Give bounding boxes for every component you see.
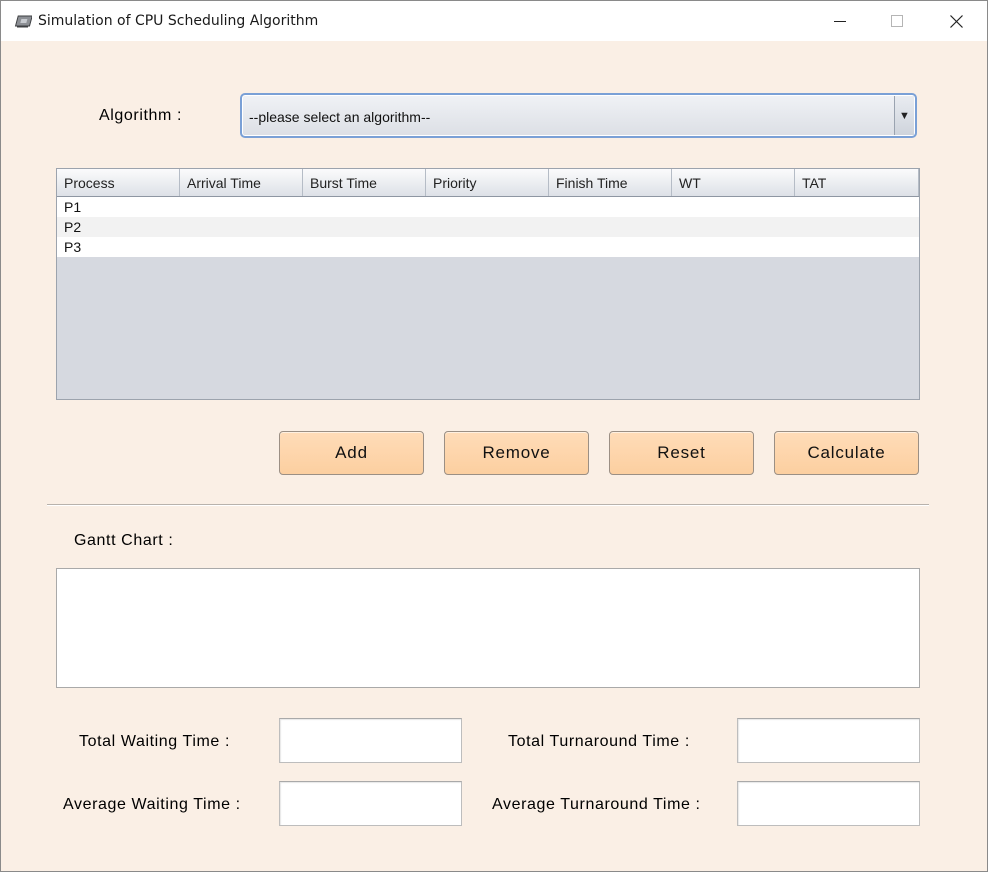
- window-title: Simulation of CPU Scheduling Algorithm: [38, 13, 319, 29]
- algorithm-selected-value: --please select an algorithm--: [249, 109, 431, 125]
- total-waiting-time-label: Total Waiting Time :: [79, 733, 231, 750]
- algorithm-select[interactable]: --please select an algorithm-- ▼: [240, 93, 917, 138]
- total-turnaround-time-label: Total Turnaround Time :: [508, 733, 690, 750]
- column-header-priority[interactable]: Priority: [426, 169, 549, 196]
- reset-button[interactable]: Reset: [609, 431, 754, 475]
- column-header-process[interactable]: Process: [57, 169, 180, 196]
- process-table[interactable]: Process Arrival Time Burst Time Priority…: [56, 168, 920, 400]
- average-turnaround-time-label: Average Turnaround Time :: [492, 796, 701, 813]
- app-window: Simulation of CPU Scheduling Algorithm A…: [0, 0, 988, 872]
- section-divider: [47, 504, 929, 506]
- column-header-wt[interactable]: WT: [672, 169, 795, 196]
- maximize-icon: [891, 15, 903, 27]
- total-turnaround-time-field[interactable]: [737, 718, 920, 763]
- gantt-chart-label: Gantt Chart :: [74, 532, 174, 549]
- column-header-arrival-time[interactable]: Arrival Time: [180, 169, 303, 196]
- gantt-chart-area: [56, 568, 920, 688]
- add-button[interactable]: Add: [279, 431, 424, 475]
- calculate-button[interactable]: Calculate: [774, 431, 919, 475]
- minimize-icon: [834, 21, 846, 22]
- average-turnaround-time-field[interactable]: [737, 781, 920, 826]
- column-header-finish-time[interactable]: Finish Time: [549, 169, 672, 196]
- process-cell: P2: [64, 219, 82, 235]
- cpu-chip-icon: [14, 13, 33, 29]
- average-waiting-time-field[interactable]: [279, 781, 462, 826]
- dropdown-arrow-icon[interactable]: ▼: [894, 96, 914, 135]
- table-header: Process Arrival Time Burst Time Priority…: [57, 169, 919, 197]
- remove-button[interactable]: Remove: [444, 431, 589, 475]
- column-header-tat[interactable]: TAT: [795, 169, 919, 196]
- average-waiting-time-label: Average Waiting Time :: [63, 796, 241, 813]
- process-cell: P3: [64, 239, 82, 255]
- table-row[interactable]: P2: [57, 217, 919, 237]
- table-row[interactable]: P1: [57, 197, 919, 217]
- total-waiting-time-field[interactable]: [279, 718, 462, 763]
- title-bar[interactable]: Simulation of CPU Scheduling Algorithm: [1, 1, 987, 41]
- minimize-button[interactable]: [817, 1, 863, 41]
- table-row[interactable]: P3: [57, 237, 919, 257]
- close-icon: [949, 14, 963, 28]
- process-cell: P1: [64, 199, 82, 215]
- column-header-burst-time[interactable]: Burst Time: [303, 169, 426, 196]
- close-button[interactable]: [933, 1, 979, 41]
- algorithm-label: Algorithm :: [99, 107, 183, 124]
- maximize-button[interactable]: [874, 1, 920, 41]
